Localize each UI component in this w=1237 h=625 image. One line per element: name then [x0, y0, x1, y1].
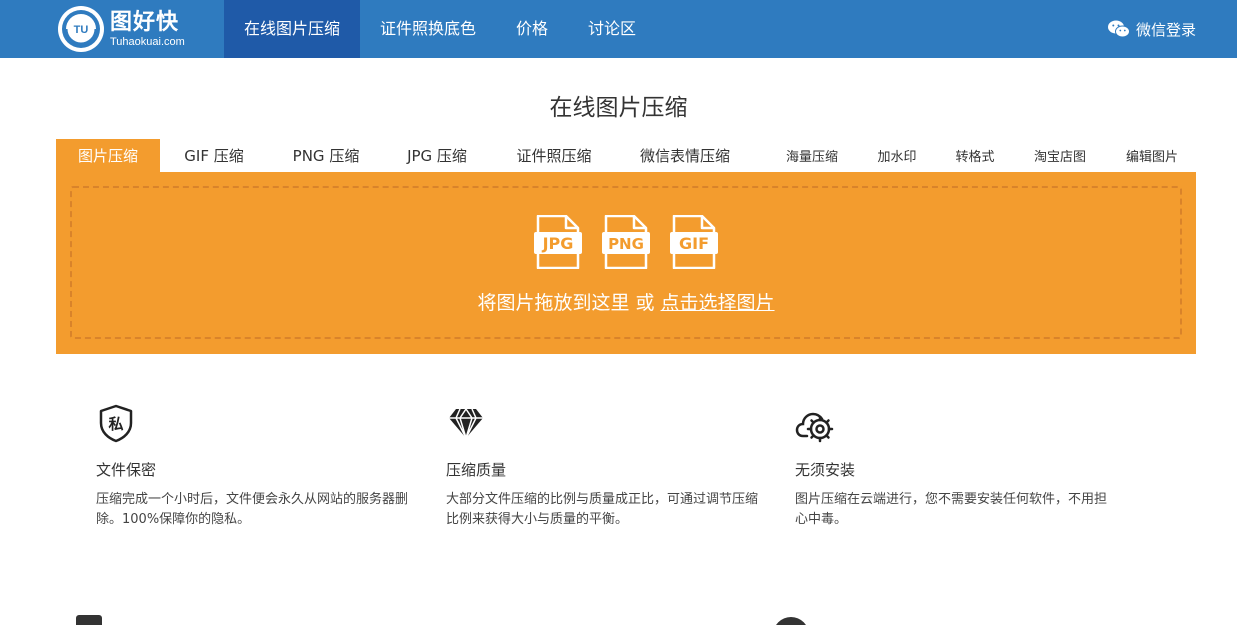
logo-emblem-icon: TU [56, 4, 106, 54]
tab-id-photo-compress[interactable]: 证件照压缩 [502, 139, 606, 172]
feature-privacy: 私 文件保密 压缩完成一个小时后，文件便会永久从网站的服务器删除。100%保障你… [96, 403, 416, 530]
compress-tabs: 图片压缩 GIF 压缩 PNG 压缩 JPG 压缩 证件照压缩 微信表情压缩 海… [56, 139, 1196, 172]
svg-text:TU: TU [74, 24, 89, 36]
nav-pricing[interactable]: 价格 [496, 0, 568, 58]
png-file-icon: PNG [602, 215, 650, 269]
feature-title: 无须安装 [795, 461, 856, 479]
site-logo[interactable]: TU 图好快 Tuhaokuai.com [56, 4, 206, 54]
tab-image-compress[interactable]: 图片压缩 [56, 139, 160, 172]
logo-domain: Tuhaokuai.com [110, 36, 185, 48]
format-icons: JPG PNG GIF [534, 215, 738, 269]
image-dropzone[interactable]: JPG PNG GIF 将图片拖放到这里 或 点击选择图片 [70, 186, 1182, 339]
upload-panel: JPG PNG GIF 将图片拖放到这里 或 点击选择图片 [56, 172, 1196, 354]
feature-description: 图片压缩在云端进行，您不需要安装任何软件，不用担心中毒。 [795, 492, 1108, 527]
nav-forum[interactable]: 讨论区 [568, 0, 656, 58]
feature-title: 文件保密 [96, 461, 157, 479]
tab-convert-format[interactable]: 转格式 [944, 139, 1006, 172]
tab-png-compress[interactable]: PNG 压缩 [278, 139, 374, 172]
feature-title: 压缩质量 [446, 461, 507, 479]
tab-taobao-images[interactable]: 淘宝店图 [1022, 139, 1098, 172]
choose-image-link[interactable]: 点击选择图片 [661, 292, 775, 314]
tab-gif-compress[interactable]: GIF 压缩 [168, 139, 260, 172]
logo-chinese-name: 图好快 [110, 10, 180, 35]
tab-wechat-sticker-compress[interactable]: 微信表情压缩 [626, 139, 744, 172]
feature-quality: 压缩质量 大部分文件压缩的比例与质量成正比，可通过调节压缩比例来获得大小与质量的… [446, 403, 766, 530]
tab-jpg-compress[interactable]: JPG 压缩 [392, 139, 482, 172]
page-title: 在线图片压缩 [549, 95, 688, 121]
top-header: TU 图好快 Tuhaokuai.com 在线图片压缩 证件照换底色 价格 讨论… [0, 0, 1237, 58]
feature-description: 压缩完成一个小时后，文件便会永久从网站的服务器删除。100%保障你的隐私。 [96, 492, 409, 527]
tab-bulk-compress[interactable]: 海量压缩 [774, 139, 850, 172]
wechat-login-button[interactable]: 微信登录 [1107, 0, 1196, 58]
privacy-badge-char: 私 [107, 415, 123, 433]
gif-file-label: GIF [679, 234, 709, 253]
cloud-gear-icon [795, 412, 834, 443]
gif-file-icon: GIF [670, 215, 718, 269]
login-label: 微信登录 [1135, 20, 1196, 39]
png-file-label: PNG [608, 235, 644, 253]
lock-badge-icon: 私 [99, 404, 133, 443]
section-icon-partial [76, 615, 102, 625]
nav-image-compress[interactable]: 在线图片压缩 [224, 0, 361, 58]
nav-id-photo-background[interactable]: 证件照换底色 [360, 0, 496, 58]
tab-edit-image[interactable]: 编辑图片 [1114, 139, 1190, 172]
avatar-partial [773, 617, 809, 625]
drop-instructions: 将图片拖放到这里 或 点击选择图片 [72, 288, 1180, 315]
main-nav: 在线图片压缩 证件照换底色 价格 讨论区 [224, 0, 656, 58]
wechat-icon [1107, 20, 1130, 38]
feature-description: 大部分文件压缩的比例与质量成正比，可通过调节压缩比例来获得大小与质量的平衡。 [446, 492, 759, 527]
diamond-icon [449, 408, 483, 439]
logo-text: 图好快 Tuhaokuai.com [110, 10, 185, 48]
jpg-file-label: JPG [542, 234, 574, 253]
drop-text: 将图片拖放到这里 或 [477, 292, 655, 314]
jpg-file-icon: JPG [534, 215, 582, 269]
feature-no-install: 无须安装 图片压缩在云端进行，您不需要安装任何软件，不用担心中毒。 [795, 403, 1115, 530]
tab-watermark[interactable]: 加水印 [866, 139, 928, 172]
